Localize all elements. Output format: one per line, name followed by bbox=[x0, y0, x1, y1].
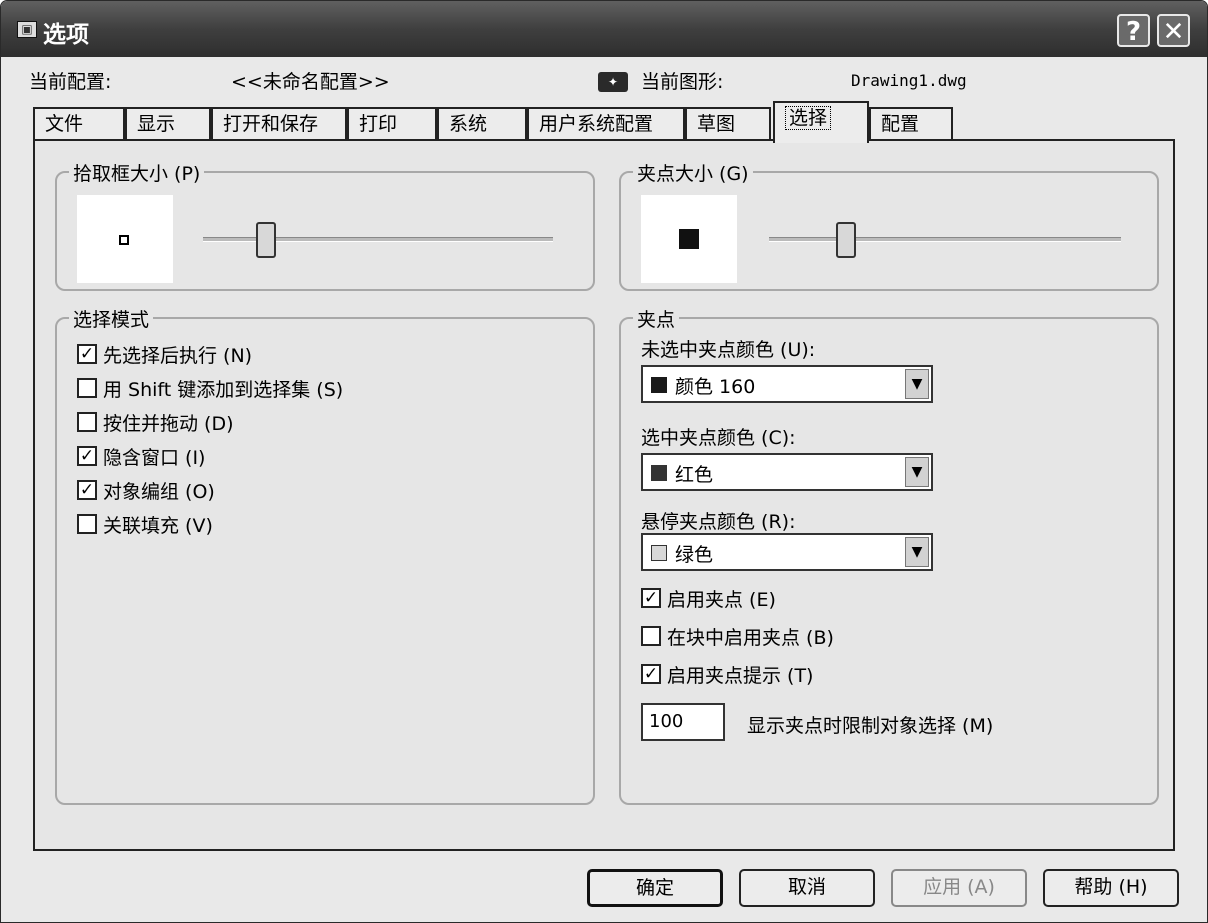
color-swatch bbox=[651, 377, 667, 393]
tab-files[interactable]: 文件 bbox=[33, 107, 125, 141]
grip-preview bbox=[641, 195, 737, 283]
checkbox-icon[interactable] bbox=[77, 412, 97, 432]
selection-mode-checkbox[interactable]: ✓ 隐含窗口 (I) bbox=[77, 443, 205, 469]
selected-grip-color-value: 红色 bbox=[675, 464, 714, 486]
checkbox-label: 关联填充 (V) bbox=[103, 514, 213, 537]
tab-system[interactable]: 系统 bbox=[437, 107, 527, 141]
unselected-grip-color-label: 未选中夹点颜色 (U): bbox=[641, 339, 816, 361]
options-dialog: ▣ 选项 ? ✕ 当前配置: <<未命名配置>> ✦ 当前图形: Drawing… bbox=[0, 0, 1208, 923]
checkbox-label: 隐含窗口 (I) bbox=[103, 446, 206, 469]
title-bar[interactable]: ▣ 选项 ? ✕ bbox=[1, 1, 1207, 57]
hover-grip-color-select[interactable]: 绿色 ▼ bbox=[641, 533, 933, 571]
grip-size-title: 夹点大小 (G) bbox=[633, 159, 753, 186]
checkbox-label: 启用夹点 (E) bbox=[667, 588, 776, 611]
chevron-down-icon[interactable]: ▼ bbox=[905, 369, 929, 399]
apply-button[interactable]: 应用 (A) bbox=[891, 869, 1027, 907]
pickbox-size-group: 拾取框大小 (P) bbox=[55, 159, 595, 291]
cancel-button[interactable]: 取消 bbox=[739, 869, 875, 907]
window-title: 选项 bbox=[43, 21, 89, 48]
chevron-down-icon[interactable]: ▼ bbox=[905, 457, 929, 487]
checkbox-icon[interactable] bbox=[77, 378, 97, 398]
pickbox-slider-thumb[interactable] bbox=[256, 222, 276, 258]
help-button[interactable]: 帮助 (H) bbox=[1043, 869, 1179, 907]
selection-modes-title: 选择模式 bbox=[69, 305, 154, 332]
current-drawing-label: 当前图形: bbox=[641, 71, 724, 93]
selection-mode-checkbox[interactable]: ✓ 对象编组 (O) bbox=[77, 477, 215, 503]
grip-slider-track[interactable] bbox=[769, 237, 1121, 242]
drawing-icon: ✦ bbox=[598, 72, 628, 92]
app-icon: ▣ bbox=[17, 21, 37, 38]
checkbox-checked-icon[interactable]: ✓ bbox=[641, 588, 661, 608]
pickbox-size-title: 拾取框大小 (P) bbox=[69, 159, 205, 186]
checkbox-label: 启用夹点提示 (T) bbox=[667, 664, 814, 687]
checkbox-checked-icon[interactable]: ✓ bbox=[77, 344, 97, 364]
color-swatch bbox=[651, 465, 667, 481]
grips-title: 夹点 bbox=[633, 305, 680, 332]
selection-tab-panel: 拾取框大小 (P) 夹点大小 (G) 选择模式 ✓ 先选择后执行 (N) 用 Shi… bbox=[33, 139, 1175, 851]
checkbox-label: 按住并拖动 (D) bbox=[103, 412, 234, 435]
tab-display[interactable]: 显示 bbox=[125, 107, 211, 141]
tab-profiles[interactable]: 配置 bbox=[869, 107, 953, 141]
grip-option-checkbox[interactable]: ✓ 启用夹点 (E) bbox=[641, 585, 776, 611]
checkbox-label: 用 Shift 键添加到选择集 (S) bbox=[103, 378, 344, 401]
current-drawing-value: Drawing1.dwg bbox=[851, 71, 967, 90]
checkbox-checked-icon[interactable]: ✓ bbox=[77, 446, 97, 466]
grip-object-limit-input[interactable]: 100 bbox=[641, 703, 725, 741]
checkbox-label: 在块中启用夹点 (B) bbox=[667, 626, 834, 649]
color-swatch bbox=[651, 545, 667, 561]
tab-open-save[interactable]: 打开和保存 bbox=[211, 107, 347, 141]
grip-object-limit-label: 显示夹点时限制对象选择 (M) bbox=[747, 715, 994, 737]
checkbox-checked-icon[interactable]: ✓ bbox=[641, 664, 661, 684]
checkbox-icon[interactable] bbox=[641, 626, 661, 646]
selection-mode-checkbox[interactable]: 用 Shift 键添加到选择集 (S) bbox=[77, 375, 343, 401]
grip-slider-thumb[interactable] bbox=[836, 222, 857, 258]
tab-plot[interactable]: 打印 bbox=[347, 107, 437, 141]
grip-square-icon bbox=[679, 229, 699, 249]
current-profile-value: <<未命名配置>> bbox=[231, 71, 390, 93]
help-icon[interactable]: ? bbox=[1117, 14, 1150, 47]
selection-mode-checkbox[interactable]: 按住并拖动 (D) bbox=[77, 409, 234, 435]
tab-selection[interactable]: 选择 bbox=[773, 101, 869, 143]
hover-grip-color-value: 绿色 bbox=[675, 544, 714, 566]
tab-user-preferences[interactable]: 用户系统配置 bbox=[527, 107, 685, 141]
selection-mode-checkbox[interactable]: 关联填充 (V) bbox=[77, 511, 213, 537]
checkbox-checked-icon[interactable]: ✓ bbox=[77, 480, 97, 500]
grip-option-checkbox[interactable]: 在块中启用夹点 (B) bbox=[641, 623, 834, 649]
selection-mode-checkbox[interactable]: ✓ 先选择后执行 (N) bbox=[77, 341, 252, 367]
checkbox-icon[interactable] bbox=[77, 514, 97, 534]
current-profile-label: 当前配置: bbox=[29, 71, 112, 93]
selected-grip-color-select[interactable]: 红色 ▼ bbox=[641, 453, 933, 491]
grip-option-checkbox[interactable]: ✓ 启用夹点提示 (T) bbox=[641, 661, 813, 687]
checkbox-label: 对象编组 (O) bbox=[103, 480, 215, 503]
grips-group: 夹点 未选中夹点颜色 (U): 颜色 160 ▼ 选中夹点颜色 (C): 红色 … bbox=[619, 305, 1159, 805]
unselected-grip-color-select[interactable]: 颜色 160 ▼ bbox=[641, 365, 933, 403]
hover-grip-color-label: 悬停夹点颜色 (R): bbox=[641, 511, 796, 533]
selected-grip-color-label: 选中夹点颜色 (C): bbox=[641, 427, 796, 449]
checkbox-label: 先选择后执行 (N) bbox=[103, 344, 253, 367]
pickbox-icon bbox=[119, 235, 129, 245]
chevron-down-icon[interactable]: ▼ bbox=[905, 537, 929, 567]
close-icon[interactable]: ✕ bbox=[1157, 14, 1190, 47]
tab-drafting[interactable]: 草图 bbox=[685, 107, 771, 141]
pickbox-preview bbox=[77, 195, 173, 283]
ok-button[interactable]: 确定 bbox=[587, 869, 723, 907]
selection-modes-group: 选择模式 ✓ 先选择后执行 (N) 用 Shift 键添加到选择集 (S) 按住并拖动… bbox=[55, 305, 595, 805]
unselected-grip-color-value: 颜色 160 bbox=[675, 376, 756, 398]
grip-size-group: 夹点大小 (G) bbox=[619, 159, 1159, 291]
